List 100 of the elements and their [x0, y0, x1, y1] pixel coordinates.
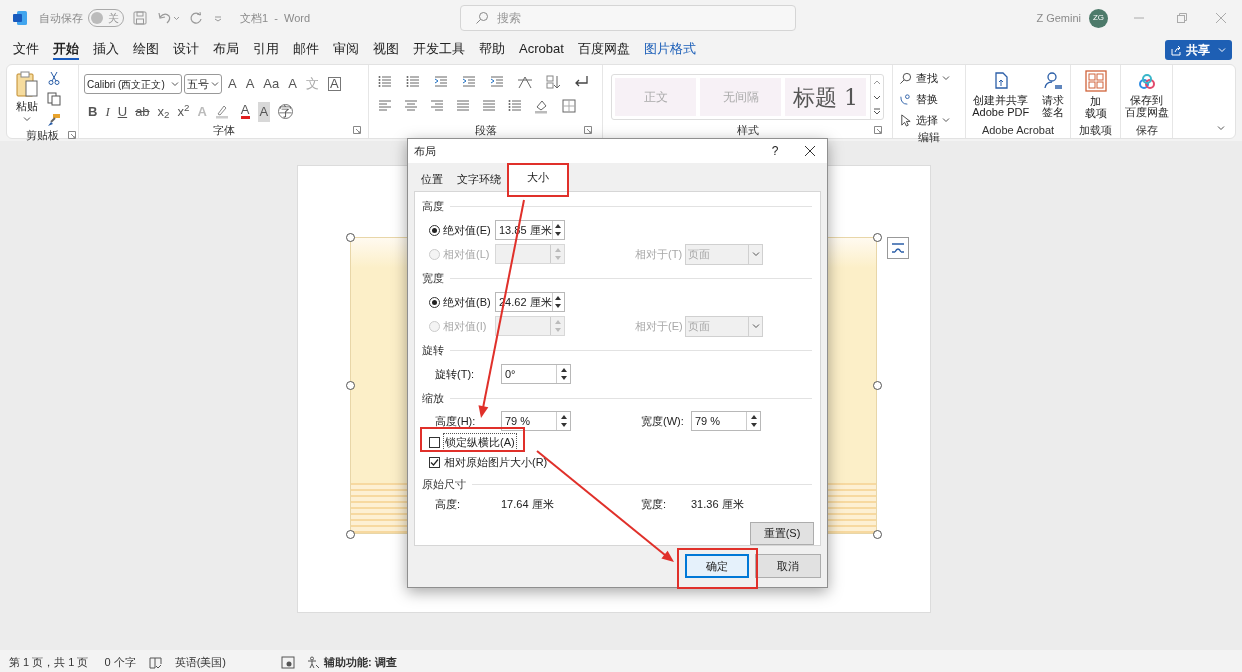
focus-icon[interactable]: [281, 655, 295, 669]
number-field[interactable]: 0°: [501, 364, 571, 384]
bullet-list-icon[interactable]: [377, 74, 393, 90]
book-check-icon[interactable]: [148, 655, 162, 669]
spin-up-icon[interactable]: [559, 413, 568, 421]
distributed-icon[interactable]: [481, 98, 497, 114]
paste-button[interactable]: 粘贴: [15, 70, 39, 123]
restore-icon[interactable]: [1177, 13, 1187, 23]
save-icon[interactable]: [133, 11, 147, 25]
format-tool[interactable]: A: [245, 74, 255, 94]
resize-handle[interactable]: [873, 381, 882, 390]
radio-label[interactable]: 绝对值(B): [443, 293, 491, 311]
accessibility-status[interactable]: 辅助功能: 调查: [324, 653, 397, 671]
increase-indent-icon[interactable]: [489, 74, 505, 90]
checkbox[interactable]: [429, 436, 440, 448]
format-tool[interactable]: A: [240, 104, 250, 120]
cancel-button[interactable]: 取消: [755, 554, 821, 578]
menu-tab[interactable]: Acrobat: [519, 40, 564, 60]
menu-tab[interactable]: 图片格式: [643, 40, 696, 60]
menu-tab[interactable]: 开始: [53, 40, 79, 60]
editing-button[interactable]: 选择: [899, 111, 959, 129]
menu-tab[interactable]: 文件: [13, 40, 39, 60]
format-tool[interactable]: x$_{2}$: [157, 102, 170, 122]
spin-down-icon[interactable]: [559, 374, 568, 382]
font-name-dropdown[interactable]: Calibri (西文正文): [84, 74, 182, 94]
line-spacing-icon[interactable]: [507, 98, 523, 114]
checkbox-label[interactable]: 锁定纵横比(A): [443, 432, 517, 452]
resize-handle[interactable]: [873, 233, 882, 242]
redo-icon[interactable]: [189, 11, 203, 25]
customize-icon[interactable]: [213, 13, 223, 23]
avatar[interactable]: ZG: [1089, 8, 1108, 28]
ribbon-button[interactable]: 加 载项: [1084, 70, 1107, 122]
sort-icon[interactable]: [545, 74, 561, 90]
checkbox[interactable]: [429, 456, 440, 468]
cut-icon[interactable]: [47, 71, 61, 85]
format-tool[interactable]: U: [117, 102, 128, 122]
multilevel-list-icon[interactable]: [433, 74, 449, 90]
borders-icon[interactable]: [561, 98, 577, 114]
decrease-indent-icon[interactable]: [461, 74, 477, 90]
format-tool[interactable]: A: [327, 77, 341, 91]
copy-icon[interactable]: [47, 92, 61, 106]
ribbon-button[interactable]: 请求 签名: [1041, 71, 1064, 122]
collapse-ribbon-icon[interactable]: [1217, 124, 1225, 132]
resize-handle[interactable]: [346, 381, 355, 390]
spin-up-icon[interactable]: [554, 222, 563, 230]
format-tool[interactable]: x$^{2}$: [177, 102, 190, 122]
spin-up-icon[interactable]: [554, 294, 563, 302]
caret-icon[interactable]: [942, 116, 950, 124]
share-button[interactable]: 共享: [1165, 40, 1232, 60]
word-logo-icon[interactable]: [12, 10, 28, 26]
menu-tab[interactable]: 绘图: [133, 40, 159, 60]
format-tool[interactable]: B: [88, 102, 98, 122]
reset-button[interactable]: 重置(S): [750, 522, 814, 545]
menu-tab[interactable]: 百度网盘: [577, 40, 630, 60]
dialog-tab[interactable]: 大小: [508, 163, 568, 191]
caret-icon[interactable]: [942, 74, 950, 82]
caret-icon[interactable]: [171, 80, 179, 88]
dialog-launcher-icon[interactable]: [584, 126, 592, 134]
caret-icon[interactable]: [211, 80, 219, 88]
layout-options-icon[interactable]: [887, 237, 909, 259]
spin-down-icon[interactable]: [554, 302, 563, 310]
menu-tab[interactable]: 开发工具: [413, 40, 465, 60]
checkbox-label[interactable]: 相对原始图片大小(R): [443, 453, 549, 471]
font-size-dropdown[interactable]: 五号: [184, 74, 222, 94]
resize-handle[interactable]: [873, 530, 882, 539]
help-button[interactable]: ?: [765, 142, 785, 160]
format-tool[interactable]: A: [288, 74, 297, 94]
format-tool[interactable]: A: [257, 102, 271, 122]
style-gallery-item[interactable]: 标题 1: [785, 78, 866, 116]
menu-tab[interactable]: 审阅: [333, 40, 359, 60]
accessibility-icon[interactable]: [307, 655, 320, 669]
menu-tab[interactable]: 布局: [213, 40, 239, 60]
dialog-launcher-icon[interactable]: [874, 126, 882, 134]
spin-up-icon[interactable]: [559, 366, 568, 374]
ok-button[interactable]: 确定: [685, 554, 749, 578]
dialog-launcher-icon[interactable]: [68, 131, 76, 139]
format-tool[interactable]: Aa: [263, 74, 280, 94]
language-label[interactable]: 英语(美国): [174, 653, 226, 671]
format-tool[interactable]: A: [228, 74, 237, 94]
spin-down-icon[interactable]: [559, 421, 568, 429]
format-tool[interactable]: ab: [135, 102, 150, 122]
asian-layout-icon[interactable]: [517, 74, 533, 90]
close-icon[interactable]: [805, 146, 815, 156]
spin-up-icon[interactable]: [749, 413, 758, 421]
editing-button[interactable]: 替换: [899, 90, 959, 108]
align-right-icon[interactable]: [429, 98, 445, 114]
ribbon-button[interactable]: 创建并共享 Adobe PDF: [972, 71, 1030, 122]
menu-tab[interactable]: 视图: [373, 40, 399, 60]
resize-handle[interactable]: [346, 233, 355, 242]
align-left-icon[interactable]: [377, 98, 393, 114]
align-center-icon[interactable]: [403, 98, 419, 114]
caret-icon[interactable]: [751, 250, 760, 258]
number-field[interactable]: 79 %: [501, 411, 571, 431]
menu-tab[interactable]: 插入: [93, 40, 119, 60]
caret-icon[interactable]: [23, 114, 31, 123]
editing-button[interactable]: 查找: [899, 69, 959, 87]
format-tool[interactable]: I: [105, 102, 110, 122]
format-painter-icon[interactable]: [47, 113, 61, 127]
radio-button[interactable]: [429, 224, 440, 236]
menu-tab[interactable]: 引用: [253, 40, 279, 60]
